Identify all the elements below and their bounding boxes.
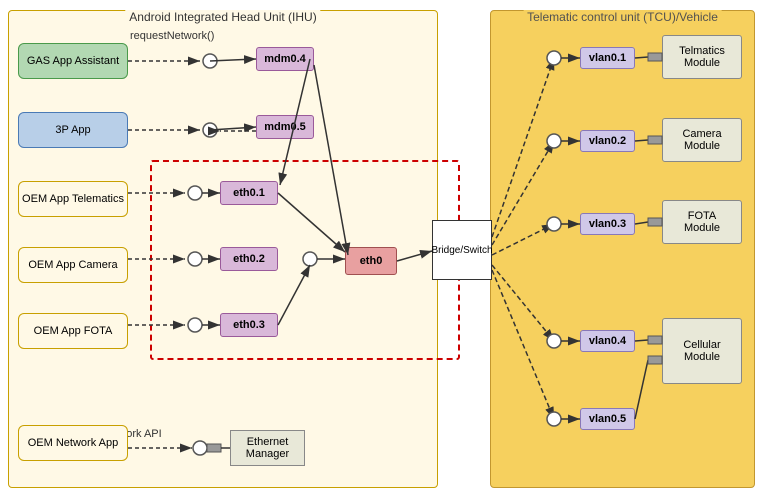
3p-app-box: 3P App bbox=[18, 112, 128, 148]
eth0-port: eth0 bbox=[345, 247, 397, 275]
vlan03-port: vlan0.3 bbox=[580, 213, 635, 235]
vlan01-port: vlan0.1 bbox=[580, 47, 635, 69]
dashed-red-border bbox=[150, 160, 460, 360]
oem-telematics-box: OEM App Telematics bbox=[18, 181, 128, 217]
vlan02-port: vlan0.2 bbox=[580, 130, 635, 152]
tcu-label: Telematic control unit (TCU)/Vehicle bbox=[523, 10, 722, 24]
telmatics-module: Telmatics Module bbox=[662, 35, 742, 79]
vlan04-port: vlan0.4 bbox=[580, 330, 635, 352]
ihu-label: Android Integrated Head Unit (IHU) bbox=[125, 10, 320, 24]
vlan05-port: vlan0.5 bbox=[580, 408, 635, 430]
oem-network-box: OEM Network App bbox=[18, 425, 128, 461]
fota-module: FOTA Module bbox=[662, 200, 742, 244]
oem-camera-box: OEM App Camera bbox=[18, 247, 128, 283]
request-network-label: requestNetwork() bbox=[130, 30, 214, 42]
ethernet-manager: Ethernet Manager bbox=[230, 430, 305, 466]
diagram-container: Android Integrated Head Unit (IHU) Telem… bbox=[0, 0, 761, 502]
eth01-port: eth0.1 bbox=[220, 181, 278, 205]
mdm04-port: mdm0.4 bbox=[256, 47, 314, 71]
cellular-module: Cellular Module bbox=[662, 318, 742, 384]
mdm05-port: mdm0.5 bbox=[256, 115, 314, 139]
bridge-switch: Bridge/Switch bbox=[432, 220, 492, 280]
gas-app-box: GAS App Assistant bbox=[18, 43, 128, 79]
eth02-port: eth0.2 bbox=[220, 247, 278, 271]
eth03-port: eth0.3 bbox=[220, 313, 278, 337]
camera-module: Camera Module bbox=[662, 118, 742, 162]
oem-fota-box: OEM App FOTA bbox=[18, 313, 128, 349]
